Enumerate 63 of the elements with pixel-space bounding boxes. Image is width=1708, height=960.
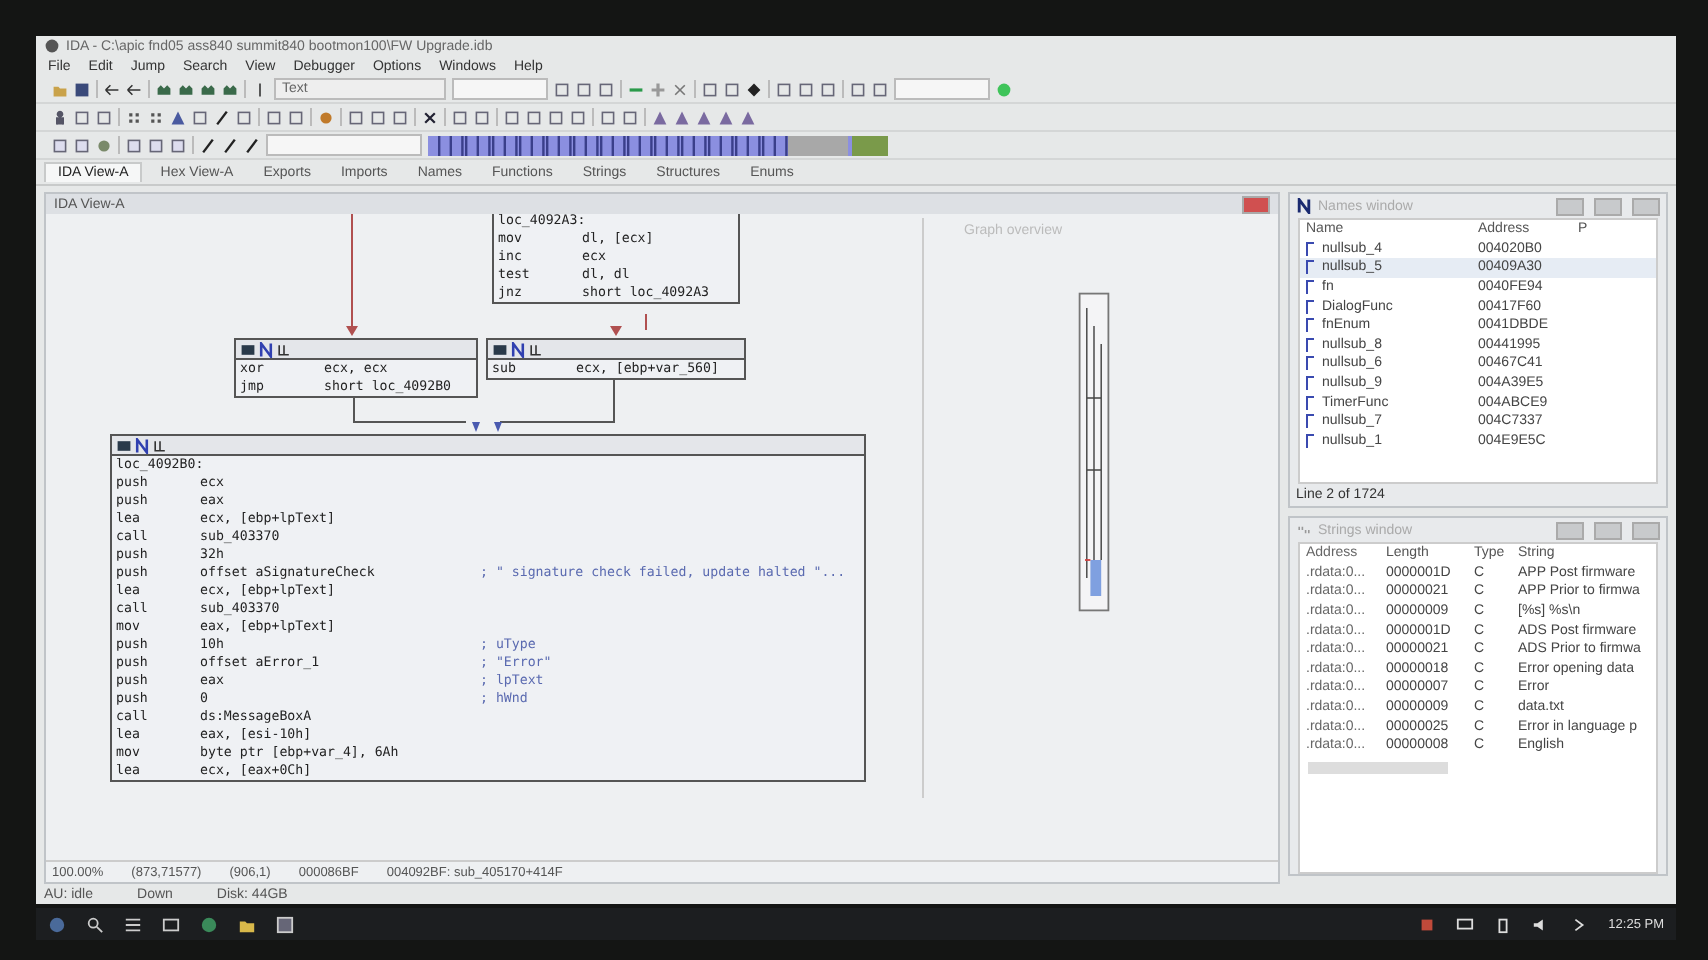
app-icon[interactable] (276, 915, 294, 933)
horizontal-scrollbar[interactable] (1308, 761, 1448, 774)
toolbar-square-icon[interactable] (148, 137, 164, 153)
tray-app-icon[interactable] (1418, 915, 1437, 933)
toolbar-square-icon[interactable] (554, 81, 570, 97)
grid-icon[interactable] (126, 109, 142, 125)
chevron-icon[interactable] (1570, 915, 1589, 933)
name-icon (510, 341, 526, 357)
close-button[interactable] (1242, 195, 1270, 213)
toolbar-square-icon[interactable] (452, 109, 468, 125)
folder-icon[interactable] (238, 915, 256, 933)
name-icon (1296, 198, 1312, 214)
toolbar-square-icon[interactable] (192, 109, 208, 125)
block-color-icon (116, 437, 132, 453)
toolbar-square-icon[interactable] (74, 137, 90, 153)
search-icon[interactable] (86, 915, 104, 933)
status-indicator-icon (996, 81, 1012, 97)
toolbar-square-icon[interactable] (370, 109, 386, 125)
toolbar-square-icon[interactable] (96, 109, 112, 125)
diamond-icon[interactable] (746, 81, 762, 97)
picture-icon[interactable] (162, 915, 180, 933)
toolbar-square-icon[interactable] (526, 109, 542, 125)
list-icon[interactable] (124, 915, 142, 933)
cross-icon[interactable] (422, 109, 438, 125)
block-color-icon (492, 341, 508, 357)
monitor-icon[interactable] (1456, 915, 1475, 933)
toolbar-square-icon[interactable] (724, 81, 740, 97)
arrow-icon[interactable] (104, 81, 120, 97)
toolbar-square-icon[interactable] (702, 81, 718, 97)
toolbar-square-icon[interactable] (288, 109, 304, 125)
toolbar-square-icon[interactable] (348, 109, 364, 125)
toolbar-square-icon[interactable] (820, 81, 836, 97)
toolbar-square-icon[interactable] (52, 137, 68, 153)
toolbar-square-icon[interactable] (872, 81, 888, 97)
graph-edge-arrow (610, 313, 647, 336)
toolbar-square-icon[interactable] (504, 109, 520, 125)
toolbar-square-icon[interactable] (798, 81, 814, 97)
toolbar-square-icon[interactable] (600, 109, 616, 125)
toolbar-square-icon[interactable] (74, 109, 90, 125)
grid-icon[interactable] (148, 109, 164, 125)
toolbar-square-icon[interactable] (570, 109, 586, 125)
save-icon[interactable] (74, 81, 90, 97)
person-icon[interactable] (52, 109, 68, 125)
name-icon (134, 437, 150, 453)
toolbar-square-icon[interactable] (126, 137, 142, 153)
block-color-icon (240, 341, 256, 357)
app-icon (44, 38, 60, 54)
toolbar-square-icon[interactable] (576, 81, 592, 97)
toolbar-square-icon[interactable] (266, 109, 282, 125)
toolbar-square-icon[interactable] (776, 81, 792, 97)
graph-edge-arrow (346, 214, 358, 336)
navigation-band[interactable] (428, 135, 888, 155)
quote-icon (1296, 522, 1312, 538)
toolbar-square-icon[interactable] (622, 109, 638, 125)
toolbar-square-icon[interactable] (392, 109, 408, 125)
name-icon (258, 341, 274, 357)
toolbar-square-icon[interactable] (170, 137, 186, 153)
arrow-icon[interactable] (126, 81, 142, 97)
toolbar-square-icon[interactable] (236, 109, 252, 125)
toolbar-square-icon[interactable] (850, 81, 866, 97)
toolbar-square-icon[interactable] (548, 109, 564, 125)
toolbar-square-icon[interactable] (474, 109, 490, 125)
toolbar-square-icon[interactable] (598, 81, 614, 97)
